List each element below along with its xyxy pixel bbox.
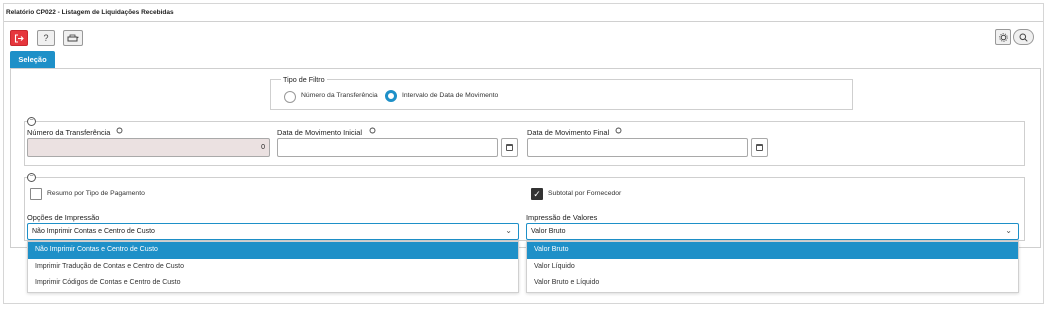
filter-type-group: Tipo de Filtro Número da Transferência I… (270, 75, 853, 110)
dropdown-option[interactable]: Imprimir Códigos de Contas e Centro de C… (28, 275, 518, 292)
dropdown-option[interactable]: Valor Bruto (527, 242, 1018, 259)
data-inicial-calendar-button[interactable] (501, 138, 518, 157)
numero-transferencia-value: 0 (261, 144, 265, 151)
data-final-calendar-button[interactable] (751, 138, 768, 157)
resumo-tipo-pagamento-checkbox[interactable] (30, 188, 42, 200)
refresh-icon[interactable] (615, 127, 622, 134)
subtotal-fornecedor-checkbox[interactable]: ✓ (531, 188, 543, 200)
dropdown-option[interactable]: Valor Líquido (527, 259, 1018, 276)
tab-selecao[interactable]: Seleção (10, 51, 55, 68)
search-button[interactable] (1013, 29, 1034, 45)
refresh-icon[interactable] (116, 127, 123, 134)
impressao-valores-value: Valor Bruto (531, 228, 566, 235)
impressao-valores-select[interactable]: Valor Bruto ⌄ (526, 223, 1019, 240)
exit-button[interactable] (10, 30, 28, 46)
subtotal-fornecedor-label: Subtotal por Fornecedor (548, 190, 622, 197)
radio-numero-transferencia-label: Número da Transferência (301, 92, 378, 99)
calendar-icon (506, 144, 513, 151)
radio-intervalo-data-label: Intervalo de Data de Movimento (402, 92, 499, 99)
opcoes-impressao-dropdown: Não Imprimir Contas e Centro de Custo Im… (27, 241, 519, 293)
collapse-section-1-icon[interactable]: − (27, 117, 36, 126)
settings-button[interactable] (995, 29, 1011, 45)
data-final-input[interactable] (527, 138, 748, 157)
search-icon (1019, 33, 1028, 42)
exit-icon (14, 33, 24, 43)
chevron-down-icon: ⌄ (505, 226, 512, 235)
data-inicial-label: Data de Movimento Inicial (277, 128, 363, 137)
opcoes-impressao-value: Não Imprimir Contas e Centro de Custo (32, 228, 155, 235)
gear-icon (998, 32, 1008, 42)
data-final-label: Data de Movimento Final (527, 128, 610, 137)
collapse-section-2-icon[interactable]: − (27, 173, 36, 182)
help-button[interactable]: ? (37, 30, 55, 46)
dropdown-option[interactable]: Imprimir Tradução de Contas e Centro de … (28, 259, 518, 276)
chevron-down-icon: ⌄ (1005, 226, 1012, 235)
opcoes-impressao-select[interactable]: Não Imprimir Contas e Centro de Custo ⌄ (27, 223, 519, 240)
filter-type-legend: Tipo de Filtro (281, 75, 327, 84)
refresh-icon[interactable] (369, 127, 376, 134)
calendar-icon (756, 144, 763, 151)
impressao-valores-dropdown: Valor Bruto Valor Líquido Valor Bruto e … (526, 241, 1019, 293)
opcoes-impressao-label: Opções de Impressão (27, 213, 100, 222)
radio-numero-transferencia[interactable] (284, 91, 296, 103)
numero-transferencia-input[interactable]: 0 (27, 138, 270, 157)
resumo-tipo-pagamento-label: Resumo por Tipo de Pagamento (47, 190, 145, 197)
impressao-valores-label: Impressão de Valores (526, 213, 598, 222)
dropdown-option[interactable]: Não Imprimir Contas e Centro de Custo (28, 242, 518, 259)
data-inicial-input[interactable] (277, 138, 498, 157)
dropdown-option[interactable]: Valor Bruto e Líquido (527, 275, 1018, 292)
print-button[interactable] (63, 30, 83, 46)
numero-transferencia-label: Número da Transferência (27, 128, 111, 137)
radio-intervalo-data[interactable] (385, 90, 397, 102)
window-title: Relatório CP022 - Listagem de Liquidaçõe… (4, 4, 1043, 22)
printer-icon (67, 34, 79, 41)
